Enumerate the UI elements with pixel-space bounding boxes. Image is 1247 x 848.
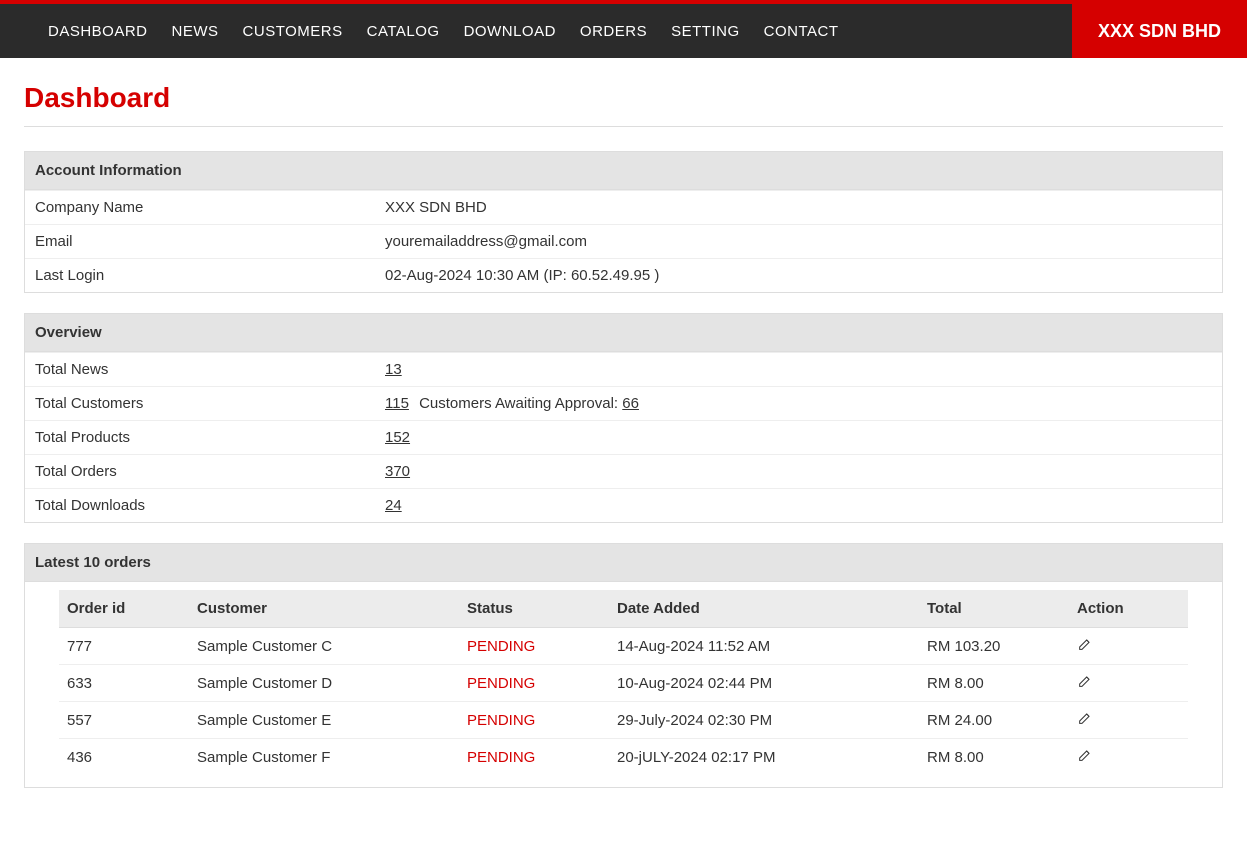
- overview-customers-link[interactable]: 115: [385, 395, 409, 412]
- account-lastlogin-label: Last Login: [25, 259, 375, 292]
- account-company-value: XXX SDN BHD: [375, 191, 1222, 224]
- nav-customers[interactable]: CUSTOMERS: [231, 4, 355, 58]
- edit-icon[interactable]: [1077, 747, 1093, 763]
- nav-contact[interactable]: CONTACT: [752, 4, 851, 58]
- overview-products-row: Total Products 152: [25, 420, 1222, 454]
- nav-download[interactable]: DOWNLOAD: [452, 4, 568, 58]
- order-status: PENDING: [459, 628, 609, 665]
- latest-orders-heading: Latest 10 orders: [25, 544, 1222, 582]
- overview-downloads-label: Total Downloads: [25, 489, 375, 522]
- overview-products-label: Total Products: [25, 421, 375, 454]
- order-total: RM 24.00: [919, 702, 1069, 739]
- page-title: Dashboard: [24, 82, 1223, 114]
- nav-setting[interactable]: SETTING: [659, 4, 752, 58]
- account-info-panel: Account Information Company Name XXX SDN…: [24, 151, 1223, 293]
- account-email-label: Email: [25, 225, 375, 258]
- order-customer: Sample Customer E: [189, 702, 459, 739]
- orders-col-id: Order id: [59, 590, 189, 628]
- overview-awaiting-label: Customers Awaiting Approval:: [419, 395, 618, 412]
- order-id: 557: [59, 702, 189, 739]
- orders-table: Order id Customer Status Date Added Tota…: [59, 590, 1188, 775]
- overview-news-link[interactable]: 13: [385, 361, 402, 378]
- order-customer: Sample Customer D: [189, 665, 459, 702]
- latest-orders-panel: Latest 10 orders Order id Customer Statu…: [24, 543, 1223, 788]
- order-total: RM 103.20: [919, 628, 1069, 665]
- order-status: PENDING: [459, 702, 609, 739]
- table-row: 777Sample Customer CPENDING14-Aug-2024 1…: [59, 628, 1188, 665]
- order-status: PENDING: [459, 665, 609, 702]
- orders-col-status: Status: [459, 590, 609, 628]
- edit-icon[interactable]: [1077, 673, 1093, 689]
- overview-orders-link[interactable]: 370: [385, 463, 410, 480]
- overview-news-row: Total News 13: [25, 352, 1222, 386]
- order-id: 436: [59, 739, 189, 776]
- account-email-value: youremailaddress@gmail.com: [375, 225, 1222, 258]
- account-email-row: Email youremailaddress@gmail.com: [25, 224, 1222, 258]
- table-row: 557Sample Customer EPENDING29-July-2024 …: [59, 702, 1188, 739]
- nav-dashboard[interactable]: DASHBOARD: [36, 4, 160, 58]
- account-company-row: Company Name XXX SDN BHD: [25, 190, 1222, 224]
- overview-orders-label: Total Orders: [25, 455, 375, 488]
- overview-downloads-row: Total Downloads 24: [25, 488, 1222, 522]
- overview-awaiting-link[interactable]: 66: [622, 395, 639, 412]
- title-divider: [24, 126, 1223, 127]
- order-total: RM 8.00: [919, 665, 1069, 702]
- main-nav: DASHBOARD NEWS CUSTOMERS CATALOG DOWNLOA…: [0, 4, 1247, 58]
- order-id: 633: [59, 665, 189, 702]
- nav-catalog[interactable]: CATALOG: [355, 4, 452, 58]
- nav-orders[interactable]: ORDERS: [568, 4, 659, 58]
- account-company-label: Company Name: [25, 191, 375, 224]
- table-row: 633Sample Customer DPENDING10-Aug-2024 0…: [59, 665, 1188, 702]
- table-row: 436Sample Customer FPENDING20-jULY-2024 …: [59, 739, 1188, 776]
- overview-customers-row: Total Customers 115 Customers Awaiting A…: [25, 386, 1222, 420]
- overview-news-label: Total News: [25, 353, 375, 386]
- nav-company-badge: XXX SDN BHD: [1072, 4, 1247, 58]
- orders-col-date: Date Added: [609, 590, 919, 628]
- overview-panel: Overview Total News 13 Total Customers 1…: [24, 313, 1223, 523]
- orders-col-total: Total: [919, 590, 1069, 628]
- orders-col-customer: Customer: [189, 590, 459, 628]
- overview-downloads-link[interactable]: 24: [385, 497, 402, 514]
- order-date: 14-Aug-2024 11:52 AM: [609, 628, 919, 665]
- order-date: 29-July-2024 02:30 PM: [609, 702, 919, 739]
- nav-news[interactable]: NEWS: [160, 4, 231, 58]
- order-id: 777: [59, 628, 189, 665]
- order-customer: Sample Customer C: [189, 628, 459, 665]
- overview-customers-label: Total Customers: [25, 387, 375, 420]
- order-date: 10-Aug-2024 02:44 PM: [609, 665, 919, 702]
- order-customer: Sample Customer F: [189, 739, 459, 776]
- order-total: RM 8.00: [919, 739, 1069, 776]
- edit-icon[interactable]: [1077, 710, 1093, 726]
- overview-heading: Overview: [25, 314, 1222, 352]
- order-date: 20-jULY-2024 02:17 PM: [609, 739, 919, 776]
- account-info-heading: Account Information: [25, 152, 1222, 190]
- overview-orders-row: Total Orders 370: [25, 454, 1222, 488]
- edit-icon[interactable]: [1077, 636, 1093, 652]
- account-lastlogin-value: 02-Aug-2024 10:30 AM (IP: 60.52.49.95 ): [375, 259, 1222, 292]
- orders-col-action: Action: [1069, 590, 1188, 628]
- order-status: PENDING: [459, 739, 609, 776]
- account-lastlogin-row: Last Login 02-Aug-2024 10:30 AM (IP: 60.…: [25, 258, 1222, 292]
- overview-products-link[interactable]: 152: [385, 429, 410, 446]
